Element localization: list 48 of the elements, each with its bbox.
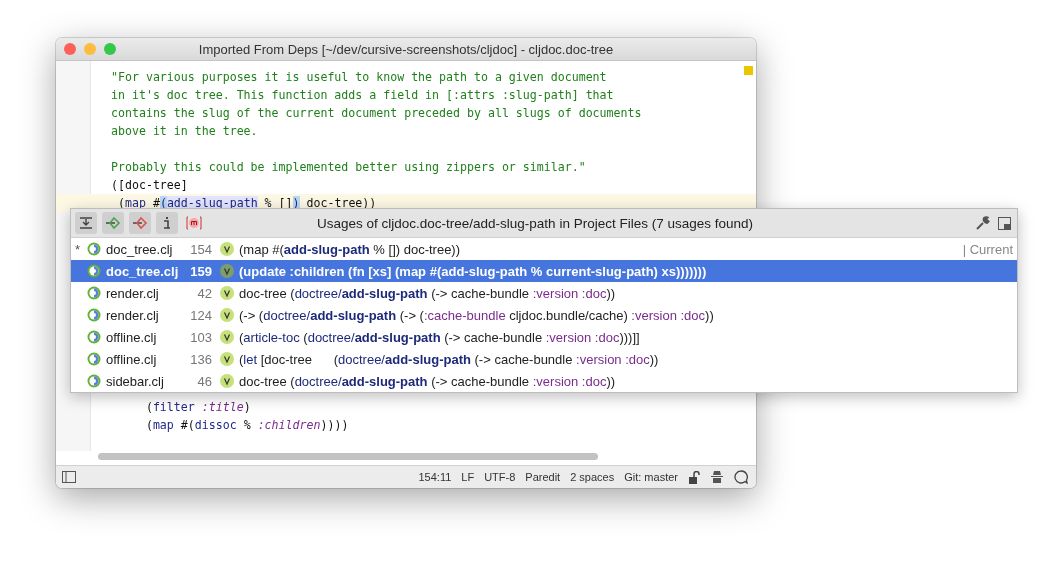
clojure-file-icon	[87, 286, 101, 300]
usage-row[interactable]: offline.clj 103 (article-toc (doctree/add-slug-path (-> cache-bundle :version :doc)))]]	[71, 326, 1017, 348]
inspector-icon[interactable]	[710, 470, 724, 484]
code-line: above it in the tree.	[111, 124, 258, 138]
clojure-file-icon	[87, 242, 101, 256]
code-line: (filter :title)	[144, 400, 251, 414]
close-button[interactable]	[64, 43, 76, 55]
usage-row[interactable]: * doc_tree.clj 154 (map #(add-slug-path % []) doc-tree)) | Current	[71, 238, 1017, 260]
code-line: (map #(dissoc % :children))))	[144, 418, 349, 432]
warning-marker	[744, 66, 753, 75]
code-line: Probably this could be implemented better using zippers or similar."	[111, 160, 586, 174]
pin-window-icon[interactable]	[998, 216, 1011, 230]
scrollbar-thumb[interactable]	[98, 453, 598, 460]
variable-icon	[220, 264, 234, 278]
usage-row[interactable]: sidebar.clj 46 doc-tree (doctree/add-slug-path (-> cache-bundle :version :doc))	[71, 370, 1017, 392]
variable-icon	[220, 242, 234, 256]
usage-row[interactable]: render.clj 42 doc-tree (doctree/add-slug-path (-> cache-bundle :version :doc))	[71, 282, 1017, 304]
clojure-file-icon	[87, 308, 101, 322]
status-item[interactable]: Paredit	[525, 471, 561, 483]
usage-row[interactable]: doc_tree.clj 159 (update :children (fn [xs] (map #(add-slug-path % current-slug-path) xs)))))))	[71, 260, 1017, 282]
window-title: Imported From Deps [~/dev/cursive-screenshots/cljdoc] - cljdoc.doc-tree	[198, 41, 614, 57]
status-item[interactable]: 154:11	[418, 471, 452, 483]
code-line: ([doc-tree]	[111, 178, 188, 192]
usage-row[interactable]: render.clj 124 (-> (doctree/add-slug-path (-> (:cache-bundle cljdoc.bundle/cache) :version :doc))	[71, 304, 1017, 326]
status-item[interactable]: LF	[461, 471, 475, 483]
clojure-file-icon	[87, 374, 101, 388]
info-icon[interactable]	[156, 212, 178, 234]
variable-icon	[220, 352, 234, 366]
usage-row[interactable]: offline.clj 136 (let [doc-tree (doctree/add-slug-path (-> cache-bundle :version :doc))	[71, 348, 1017, 370]
code-line: "For various purposes it is useful to know the path to a given document	[111, 70, 607, 84]
speech-bubble-icon[interactable]	[734, 470, 748, 484]
popup-title: Usages of cljdoc.doc-tree/add-slug-path in Project Files (7 usages found)	[316, 215, 754, 231]
variable-icon	[220, 374, 234, 388]
clojure-file-icon	[87, 330, 101, 344]
status-item[interactable]: 2 spaces	[570, 471, 615, 483]
clojure-file-icon	[87, 264, 101, 278]
merge-icon[interactable]	[75, 212, 97, 234]
status-item[interactable]: Git: master	[624, 471, 678, 483]
code-line: contains the slug of the current document preceded by all slugs of documents	[111, 106, 642, 120]
variable-icon	[220, 286, 234, 300]
status-item[interactable]: UTF-8	[484, 471, 516, 483]
variable-icon	[220, 330, 234, 344]
lock-icon[interactable]	[688, 470, 700, 484]
code-line: in it's doc tree. This function adds a field in [:attrs :slug-path] that	[111, 88, 614, 102]
settings-icon[interactable]	[975, 215, 990, 231]
variable-icon	[220, 308, 234, 322]
clojure-file-icon	[87, 352, 101, 366]
panel-toggle-icon[interactable]	[62, 471, 76, 483]
